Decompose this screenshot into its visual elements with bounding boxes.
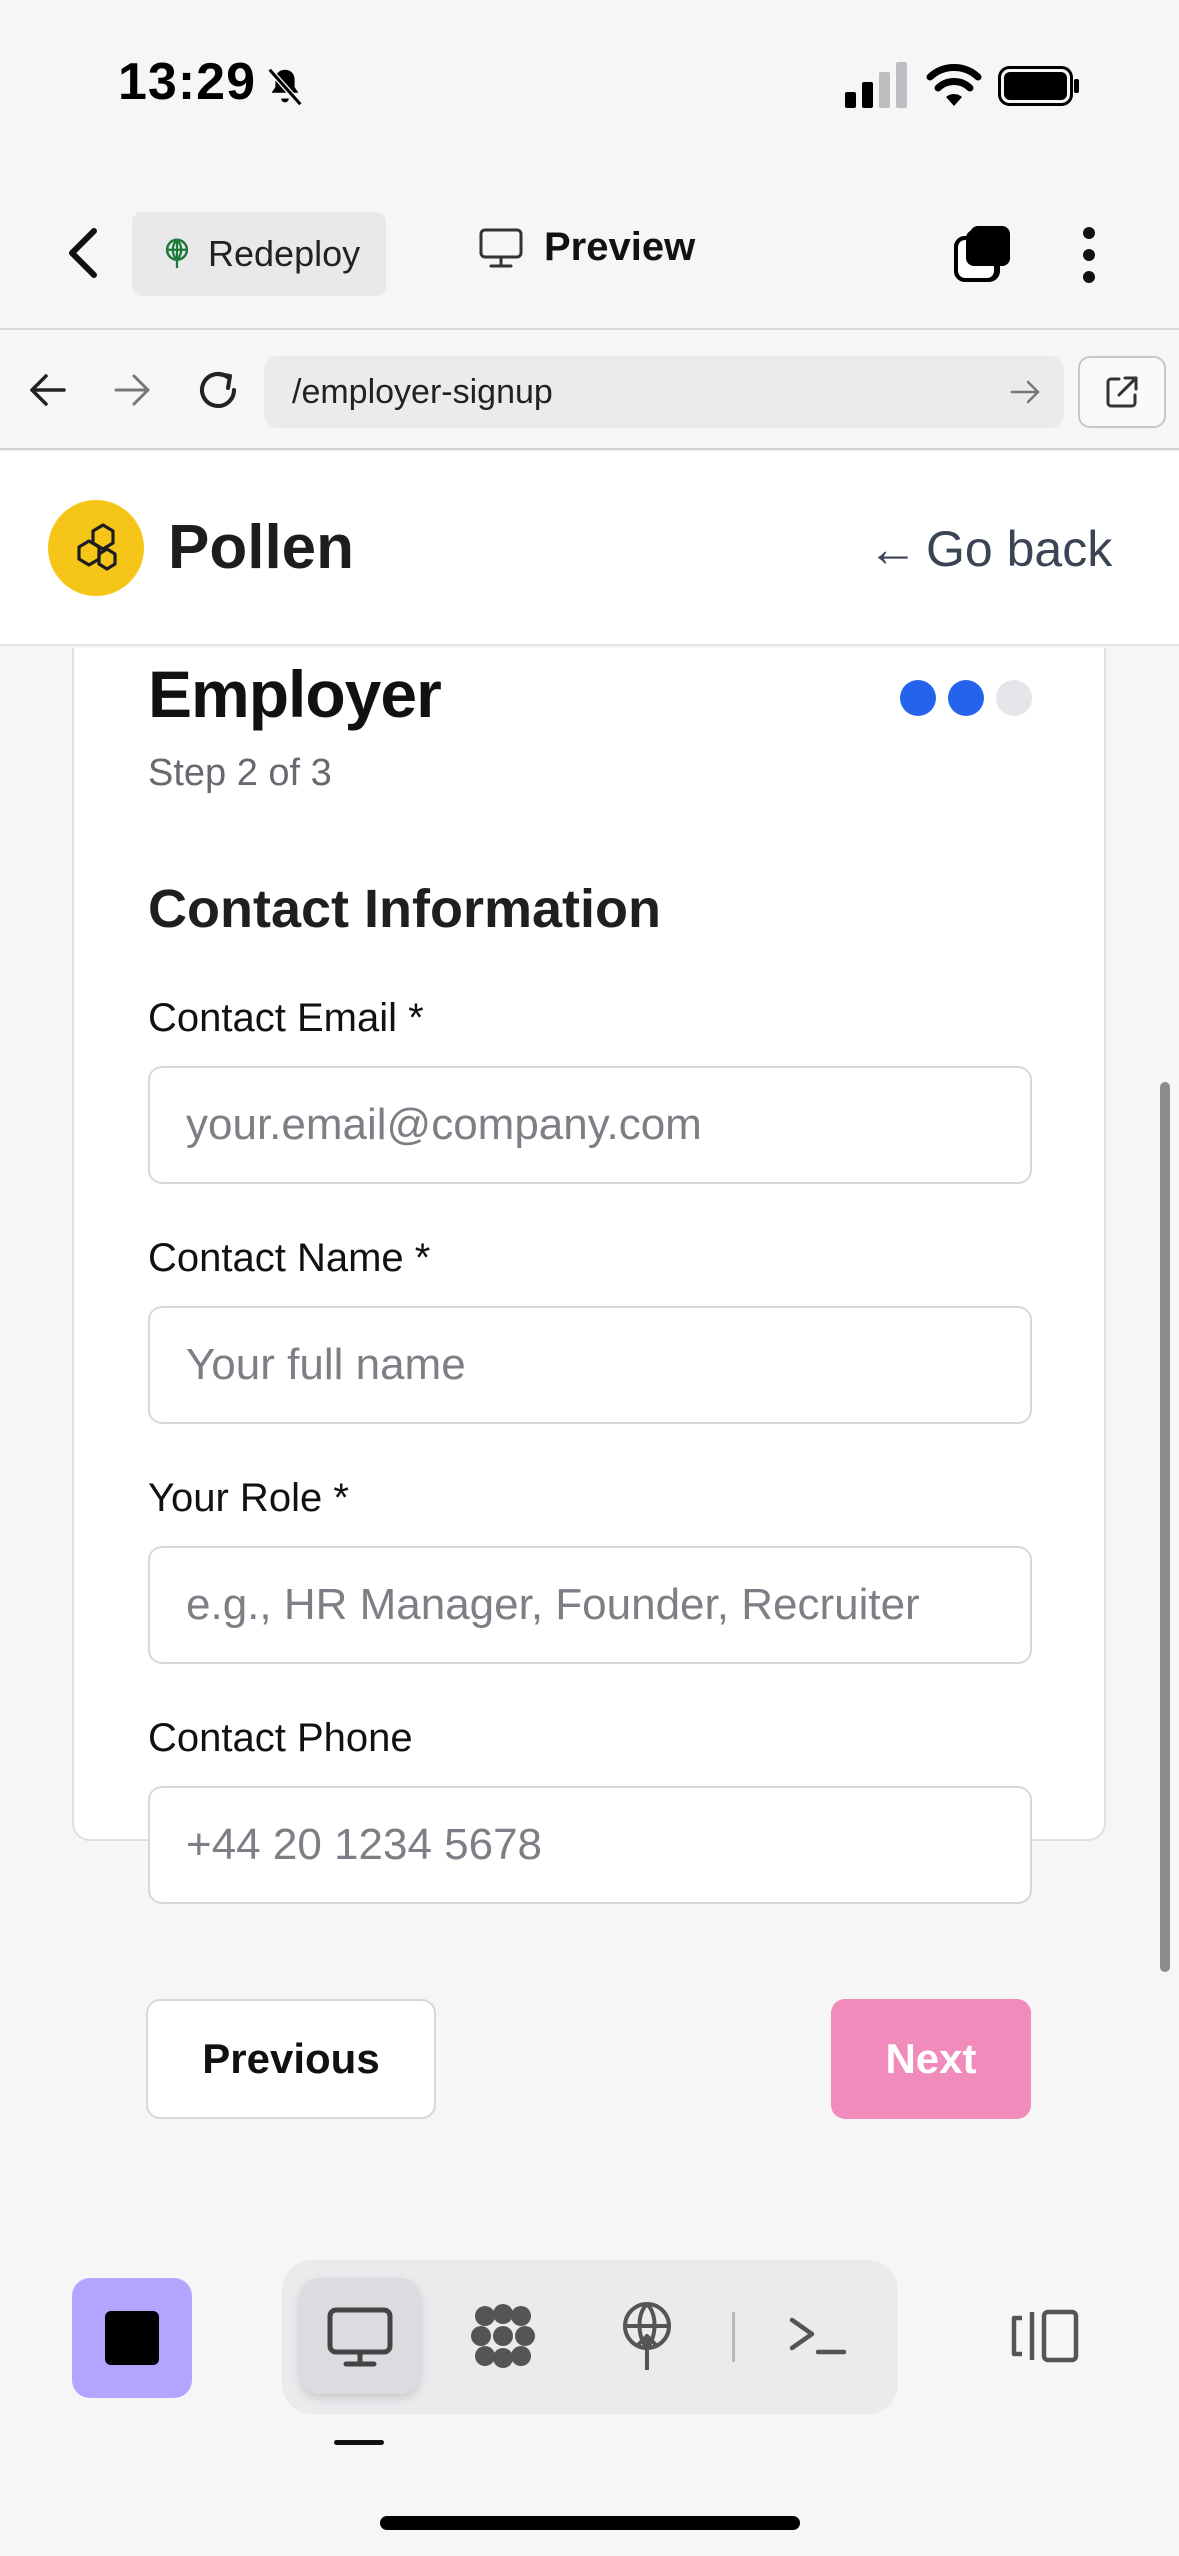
brand-name: Pollen xyxy=(168,513,355,582)
next-button[interactable]: Next xyxy=(831,1999,1031,2119)
terminal-icon[interactable] xyxy=(778,2296,858,2376)
logo xyxy=(48,500,144,596)
preview-tab[interactable]: Preview xyxy=(478,225,695,270)
contact-phone-field[interactable] xyxy=(148,1786,1032,1904)
scrollbar[interactable] xyxy=(1160,1082,1170,1972)
redeploy-label: Redeploy xyxy=(208,233,361,274)
go-back-label: Go back xyxy=(926,521,1113,577)
monitor-icon xyxy=(479,228,523,267)
home-indicator[interactable] xyxy=(380,2516,800,2530)
stop-button[interactable] xyxy=(72,2278,192,2398)
go-back-link[interactable]: ← Go back xyxy=(868,520,1112,578)
browser-back-icon[interactable] xyxy=(26,368,70,412)
progress-dots xyxy=(900,680,1032,716)
section-title: Contact Information xyxy=(148,879,661,939)
contact-email-field[interactable] xyxy=(148,1066,1032,1184)
deploy-icon[interactable] xyxy=(607,2296,687,2376)
bell-muted-icon xyxy=(267,67,303,107)
role-field[interactable] xyxy=(148,1546,1032,1664)
progress-dot-complete xyxy=(900,680,936,716)
stop-icon xyxy=(105,2311,159,2365)
reload-icon[interactable] xyxy=(192,364,244,416)
browser-forward-icon[interactable] xyxy=(110,368,154,412)
go-arrow-icon[interactable] xyxy=(1008,376,1044,408)
status-time: 13:29 xyxy=(118,53,256,111)
monitor-icon[interactable] xyxy=(320,2296,400,2376)
left-arrow-icon: ← xyxy=(868,521,918,577)
wifi-icon xyxy=(926,64,982,106)
open-in-new-tab-button[interactable] xyxy=(1078,356,1166,428)
split-view-icon[interactable] xyxy=(1006,2296,1086,2376)
progress-dot-complete xyxy=(948,680,984,716)
back-chevron-icon[interactable] xyxy=(62,225,106,281)
honeycomb-icon xyxy=(77,523,117,571)
contact-name-field[interactable] xyxy=(148,1306,1032,1424)
more-options-icon[interactable] xyxy=(1082,226,1096,284)
previous-button[interactable]: Previous xyxy=(146,1999,436,2119)
external-link-icon xyxy=(1106,376,1138,408)
progress-dot-pending xyxy=(996,680,1032,716)
redeploy-button[interactable]: Redeploy xyxy=(132,212,386,296)
battery-icon xyxy=(998,66,1079,106)
active-tab-indicator xyxy=(334,2440,384,2445)
url-text: /employer-signup xyxy=(292,372,553,411)
step-indicator: Step 2 of 3 xyxy=(148,752,332,794)
cellular-signal-icon xyxy=(845,62,907,108)
contact-email-label: Contact Email * xyxy=(148,996,424,1040)
preview-label: Preview xyxy=(544,225,696,269)
tool-divider xyxy=(732,2312,735,2362)
url-input[interactable]: /employer-signup xyxy=(264,356,1064,428)
deploy-icon xyxy=(165,238,189,269)
contact-phone-label: Contact Phone xyxy=(148,1716,413,1760)
agent-icon[interactable] xyxy=(463,2296,543,2376)
signup-card: Employer Step 2 of 3 Contact Information… xyxy=(72,648,1106,1904)
card-title: Employer xyxy=(148,657,442,731)
role-label: Your Role * xyxy=(148,1476,349,1520)
tabs-icon[interactable] xyxy=(952,222,1014,284)
contact-name-label: Contact Name * xyxy=(148,1236,431,1280)
